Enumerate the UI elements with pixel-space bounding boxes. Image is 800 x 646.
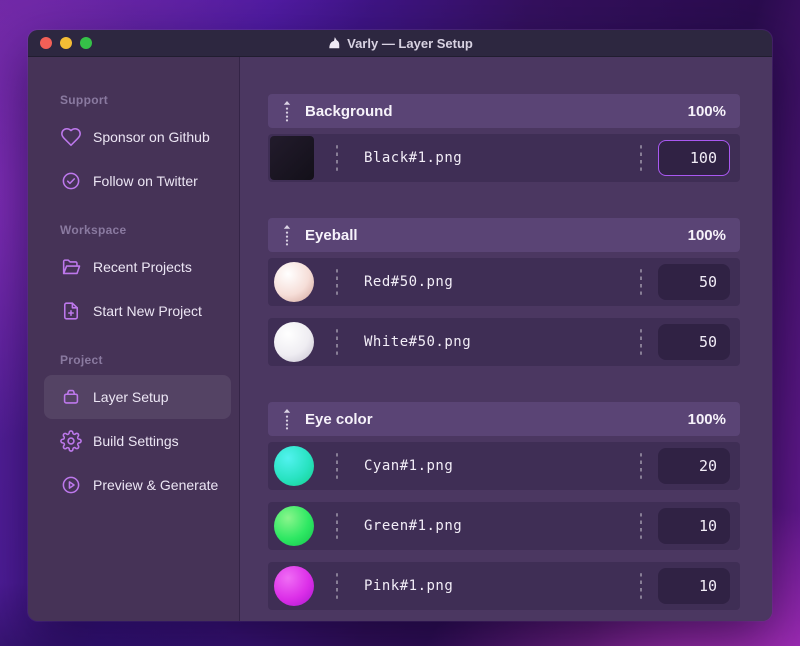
app-window: Varly — Layer Setup Support Sponsor on G… <box>28 30 772 621</box>
divider-dots <box>336 453 338 479</box>
group-header: Eye color 100% <box>268 402 740 436</box>
layer-group-eyeball: Eyeball 100% Red#50.png White#50.png <box>268 218 740 366</box>
layer-weight-input[interactable] <box>658 568 730 604</box>
group-header: Eyeball 100% <box>268 218 740 252</box>
layer-row: Red#50.png <box>268 258 740 306</box>
layer-thumbnail <box>274 506 314 546</box>
sidebar-item-label: Start New Project <box>93 303 202 319</box>
sidebar-item-sponsor-on-github[interactable]: Sponsor on Github <box>44 115 231 159</box>
sidebar-item-label: Recent Projects <box>93 259 192 275</box>
unicorn-icon <box>329 37 340 49</box>
sidebar-item-label: Layer Setup <box>93 389 169 405</box>
group-title: Eye color <box>305 410 373 428</box>
sidebar: Support Sponsor on Github Follow on Twit… <box>28 57 240 621</box>
layer-row: White#50.png <box>268 318 740 366</box>
folder-open-icon <box>60 256 82 278</box>
divider-dots <box>640 269 642 295</box>
layer-thumbnail <box>274 566 314 606</box>
layer-setup-panel: Background 100% Black#1.png 100 Eyeball … <box>240 57 772 621</box>
divider-dots <box>336 145 338 171</box>
gear-icon <box>60 430 82 452</box>
divider-dots <box>640 513 642 539</box>
archive-box-icon <box>60 386 82 408</box>
layer-thumbnail <box>274 262 314 302</box>
sidebar-item-preview-generate[interactable]: Preview & Generate <box>44 463 231 507</box>
divider-dots <box>640 329 642 355</box>
window-title: Varly — Layer Setup <box>28 36 772 51</box>
layer-row: Green#1.png <box>268 502 740 550</box>
layer-weight-input[interactable] <box>658 264 730 300</box>
close-button[interactable] <box>40 37 52 49</box>
sidebar-item-build-settings[interactable]: Build Settings <box>44 419 231 463</box>
divider-dots <box>336 329 338 355</box>
sidebar-item-follow-on-twitter[interactable]: Follow on Twitter <box>44 159 231 203</box>
divider-dots <box>640 453 642 479</box>
heart-icon <box>60 126 82 148</box>
layer-row: Cyan#1.png <box>268 442 740 490</box>
sidebar-item-layer-setup[interactable]: Layer Setup <box>44 375 231 419</box>
layer-filename: Green#1.png <box>364 518 463 534</box>
minimize-button[interactable] <box>60 37 72 49</box>
group-title: Background <box>305 102 393 120</box>
layer-thumbnail <box>270 136 314 180</box>
sidebar-item-label: Follow on Twitter <box>93 173 198 189</box>
sidebar-item-label: Preview & Generate <box>93 477 219 493</box>
zoom-button[interactable] <box>80 37 92 49</box>
layer-weight-input[interactable] <box>658 508 730 544</box>
layer-weight-input[interactable] <box>658 140 730 176</box>
group-percent: 100% <box>687 226 726 244</box>
layer-filename: White#50.png <box>364 334 472 350</box>
layer-thumbnail <box>274 322 314 362</box>
divider-dots <box>336 513 338 539</box>
group-percent: 100% <box>687 410 726 428</box>
layer-group-background: Background 100% Black#1.png <box>268 94 740 182</box>
drag-handle-icon[interactable] <box>282 100 292 122</box>
file-plus-icon <box>60 300 82 322</box>
sidebar-section-support: Support <box>60 93 109 107</box>
layer-thumbnail <box>274 446 314 486</box>
divider-dots <box>336 573 338 599</box>
window-title-text: Varly — Layer Setup <box>347 35 473 51</box>
play-circle-icon <box>60 474 82 496</box>
layer-group-eye-color: Eye color 100% Cyan#1.png Green#1.png <box>268 402 740 610</box>
drag-handle-icon[interactable] <box>282 408 292 430</box>
sidebar-section-workspace: Workspace <box>60 223 127 237</box>
layer-row: Black#1.png <box>268 134 740 182</box>
badge-check-icon <box>60 170 82 192</box>
drag-handle-icon[interactable] <box>282 224 292 246</box>
window-controls <box>40 30 92 56</box>
layer-filename: Pink#1.png <box>364 578 454 594</box>
group-percent: 100% <box>687 102 726 120</box>
sidebar-item-recent-projects[interactable]: Recent Projects <box>44 245 231 289</box>
divider-dots <box>640 145 642 171</box>
sidebar-item-start-new-project[interactable]: Start New Project <box>44 289 231 333</box>
divider-dots <box>336 269 338 295</box>
layer-weight-input[interactable] <box>658 324 730 360</box>
divider-dots <box>640 573 642 599</box>
layer-filename: Black#1.png <box>364 150 463 166</box>
group-title: Eyeball <box>305 226 358 244</box>
sidebar-item-label: Build Settings <box>93 433 179 449</box>
group-header: Background 100% <box>268 94 740 128</box>
layer-weight-input[interactable] <box>658 448 730 484</box>
sidebar-section-project: Project <box>60 353 103 367</box>
layer-row: Pink#1.png <box>268 562 740 610</box>
sidebar-item-label: Sponsor on Github <box>93 129 210 145</box>
layer-filename: Red#50.png <box>364 274 454 290</box>
title-bar: Varly — Layer Setup <box>28 30 772 57</box>
layer-filename: Cyan#1.png <box>364 458 454 474</box>
